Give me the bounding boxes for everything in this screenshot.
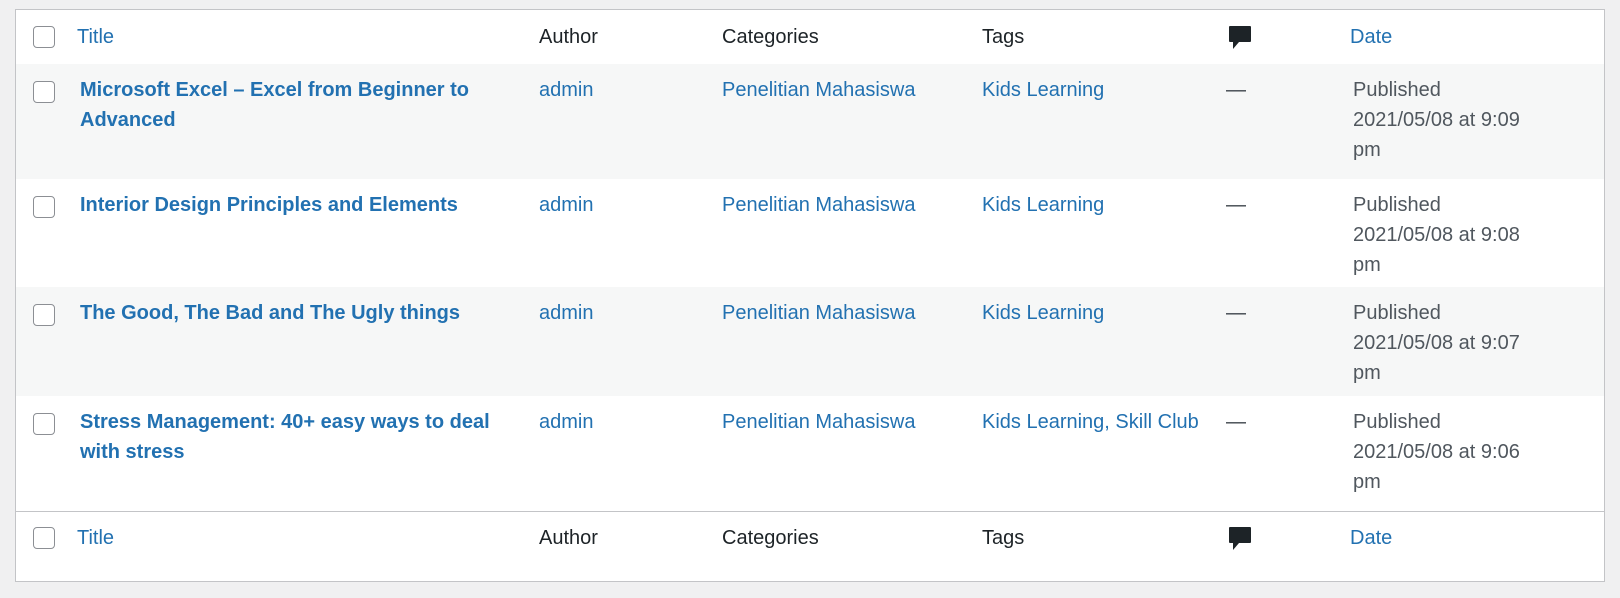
category-link[interactable]: Penelitian Mahasiswa bbox=[722, 298, 915, 328]
comment-icon[interactable] bbox=[1228, 526, 1252, 552]
post-date: Published 2021/05/08 at 9:08 pm bbox=[1353, 190, 1520, 280]
post-status: Published bbox=[1353, 194, 1441, 216]
author-link[interactable]: admin bbox=[539, 190, 593, 220]
table-row: Microsoft Excel – Excel from Beginner to… bbox=[16, 64, 1604, 179]
sort-title-link-footer[interactable]: Title bbox=[77, 523, 114, 553]
table-row: Stress Management: 40+ easy ways to deal… bbox=[16, 396, 1604, 511]
post-date-suffix: pm bbox=[1353, 254, 1381, 276]
column-tags-footer: Tags bbox=[982, 527, 1025, 549]
sort-date-link[interactable]: Date bbox=[1350, 22, 1392, 52]
category-link[interactable]: Penelitian Mahasiswa bbox=[722, 75, 915, 105]
post-date-suffix: pm bbox=[1353, 471, 1381, 493]
column-categories: Categories bbox=[722, 26, 819, 48]
post-date: Published 2021/05/08 at 9:07 pm bbox=[1353, 298, 1520, 388]
author-link[interactable]: admin bbox=[539, 298, 593, 328]
tags-link[interactable]: Kids Learning bbox=[982, 298, 1104, 328]
sort-date-link-footer[interactable]: Date bbox=[1350, 523, 1392, 553]
select-all-checkbox[interactable] bbox=[33, 26, 55, 48]
post-title-link[interactable]: The Good, The Bad and The Ugly things bbox=[80, 298, 460, 328]
row-checkbox[interactable] bbox=[33, 304, 55, 326]
category-link[interactable]: Penelitian Mahasiswa bbox=[722, 190, 915, 220]
post-date-value: 2021/05/08 at 9:07 bbox=[1353, 332, 1520, 354]
table-row: Interior Design Principles and Elements … bbox=[16, 179, 1604, 287]
table-row: The Good, The Bad and The Ugly things ad… bbox=[16, 287, 1604, 396]
tags-link[interactable]: Kids Learning bbox=[982, 190, 1104, 220]
comment-count: — bbox=[1226, 302, 1246, 324]
table-header: Title Author Categories Tags Date bbox=[16, 10, 1604, 66]
post-title-link[interactable]: Interior Design Principles and Elements bbox=[80, 190, 458, 220]
row-checkbox[interactable] bbox=[33, 196, 55, 218]
post-date-value: 2021/05/08 at 9:06 bbox=[1353, 441, 1520, 463]
tags-link[interactable]: Kids Learning, Skill Club bbox=[982, 407, 1199, 437]
comment-icon[interactable] bbox=[1228, 25, 1252, 51]
post-title-link[interactable]: Stress Management: 40+ easy ways to deal… bbox=[80, 407, 490, 467]
post-status: Published bbox=[1353, 79, 1441, 101]
post-date-suffix: pm bbox=[1353, 362, 1381, 384]
post-date-value: 2021/05/08 at 9:08 bbox=[1353, 224, 1520, 246]
sort-title-link[interactable]: Title bbox=[77, 22, 114, 52]
post-title-line: Stress Management: 40+ easy ways to deal bbox=[80, 411, 490, 433]
table-footer: Title Author Categories Tags Date bbox=[16, 511, 1604, 567]
posts-table: Title Author Categories Tags Date Micros… bbox=[15, 9, 1605, 582]
row-checkbox[interactable] bbox=[33, 81, 55, 103]
comment-count: — bbox=[1226, 79, 1246, 101]
post-date: Published 2021/05/08 at 9:06 pm bbox=[1353, 407, 1520, 497]
comment-count: — bbox=[1226, 411, 1246, 433]
post-date-value: 2021/05/08 at 9:09 bbox=[1353, 109, 1520, 131]
post-status: Published bbox=[1353, 302, 1441, 324]
post-title-line: Microsoft Excel – Excel from Beginner to bbox=[80, 79, 469, 101]
post-title-line: with stress bbox=[80, 441, 185, 463]
post-date-suffix: pm bbox=[1353, 139, 1381, 161]
post-status: Published bbox=[1353, 411, 1441, 433]
comment-count: — bbox=[1226, 194, 1246, 216]
post-title-line: Advanced bbox=[80, 109, 176, 131]
author-link[interactable]: admin bbox=[539, 75, 593, 105]
tags-link[interactable]: Kids Learning bbox=[982, 75, 1104, 105]
column-tags: Tags bbox=[982, 26, 1025, 48]
category-link[interactable]: Penelitian Mahasiswa bbox=[722, 407, 915, 437]
author-link[interactable]: admin bbox=[539, 407, 593, 437]
row-checkbox[interactable] bbox=[33, 413, 55, 435]
post-title-link[interactable]: Microsoft Excel – Excel from Beginner to… bbox=[80, 75, 469, 135]
column-author-footer: Author bbox=[539, 527, 598, 549]
post-date: Published 2021/05/08 at 9:09 pm bbox=[1353, 75, 1520, 165]
column-author: Author bbox=[539, 26, 598, 48]
column-categories-footer: Categories bbox=[722, 527, 819, 549]
select-all-checkbox-footer[interactable] bbox=[33, 527, 55, 549]
